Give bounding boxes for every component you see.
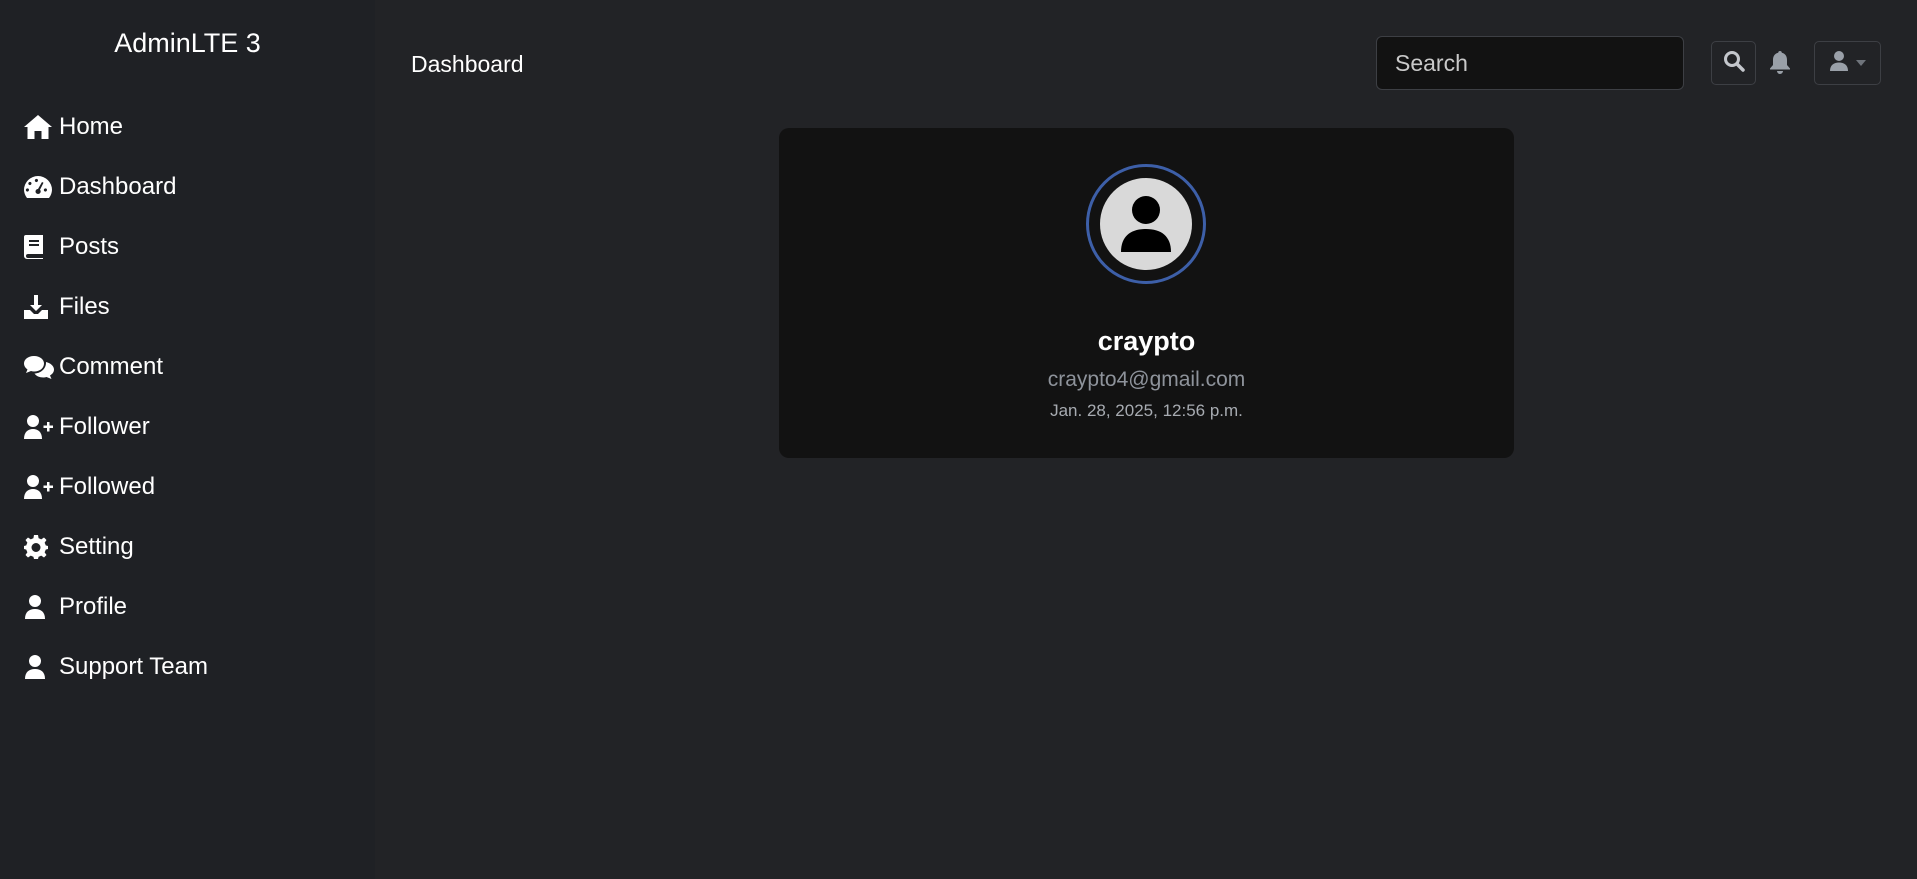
sidebar-item-dashboard[interactable]: Dashboard <box>0 157 375 217</box>
notifications-button[interactable] <box>1766 49 1794 79</box>
profile-email: craypto4@gmail.com <box>1047 368 1246 391</box>
tachometer-icon <box>23 171 55 203</box>
home-icon <box>23 111 55 143</box>
user-icon <box>1829 50 1849 77</box>
user-menu-dropdown[interactable] <box>1814 41 1881 85</box>
sidebar-nav: Home Dashboard Posts Files Comment Follo… <box>0 97 375 697</box>
search-icon <box>1723 50 1745 77</box>
user-avatar-icon <box>1100 178 1192 270</box>
sidebar-item-label: Files <box>59 293 110 320</box>
sidebar-item-follower[interactable]: Follower <box>0 397 375 457</box>
user-icon <box>23 651 55 683</box>
bell-icon <box>1769 50 1791 79</box>
sidebar-item-label: Comment <box>59 353 164 380</box>
sidebar-item-posts[interactable]: Posts <box>0 217 375 277</box>
sidebar-item-followed[interactable]: Followed <box>0 457 375 517</box>
profile-card: craypto craypto4@gmail.com Jan. 28, 2025… <box>779 128 1514 458</box>
sidebar: AdminLTE 3 Home Dashboard Posts Files Co… <box>0 0 375 879</box>
chevron-down-icon <box>1855 54 1867 72</box>
sidebar-item-label: Setting <box>59 533 134 560</box>
sidebar-item-label: Home <box>59 113 124 140</box>
sidebar-item-label: Profile <box>59 593 128 620</box>
avatar <box>1086 164 1206 284</box>
sidebar-item-label: Followed <box>59 473 156 500</box>
sidebar-item-comment[interactable]: Comment <box>0 337 375 397</box>
page-title[interactable]: Dashboard <box>411 51 524 78</box>
sidebar-item-label: Follower <box>59 413 150 440</box>
book-icon <box>23 231 55 263</box>
sidebar-item-setting[interactable]: Setting <box>0 517 375 577</box>
sidebar-item-profile[interactable]: Profile <box>0 577 375 637</box>
comments-icon <box>23 351 55 383</box>
sidebar-item-home[interactable]: Home <box>0 97 375 157</box>
sidebar-item-label: Posts <box>59 233 120 260</box>
sidebar-item-files[interactable]: Files <box>0 277 375 337</box>
sidebar-item-label: Support Team <box>59 653 208 680</box>
user-plus-icon <box>23 411 55 443</box>
search-button[interactable] <box>1711 41 1756 85</box>
sidebar-item-support-team[interactable]: Support Team <box>0 637 375 697</box>
search-input[interactable] <box>1376 36 1684 90</box>
user-plus-icon <box>23 471 55 503</box>
profile-username: craypto <box>1097 326 1196 356</box>
app-root: AdminLTE 3 Home Dashboard Posts Files Co… <box>0 0 1917 879</box>
brand-title[interactable]: AdminLTE 3 <box>0 28 375 59</box>
profile-joined-date: Jan. 28, 2025, 12:56 p.m. <box>1050 401 1243 420</box>
user-icon <box>23 591 55 623</box>
sidebar-item-label: Dashboard <box>59 173 177 200</box>
gear-icon <box>23 531 55 563</box>
download-icon <box>23 291 55 323</box>
